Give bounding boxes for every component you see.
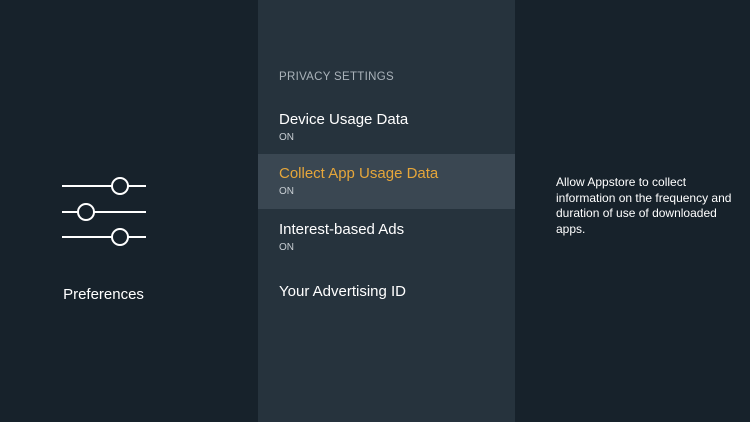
setting-device-usage-data[interactable]: Device Usage Data ON [258,102,515,157]
setting-value: ON [279,186,294,197]
setting-collect-app-usage-data[interactable]: Collect App Usage Data ON [258,154,515,209]
setting-title: Your Advertising ID [279,283,407,300]
setting-value: ON [279,132,294,143]
setting-title: Device Usage Data [279,111,409,128]
section-header: PRIVACY SETTINGS [279,71,394,83]
sliders-icon [62,177,146,246]
settings-list-pane [258,0,515,422]
setting-interest-based-ads[interactable]: Interest-based Ads ON [258,212,515,267]
setting-value: ON [279,242,294,253]
category-label: Preferences [63,286,144,303]
setting-title: Collect App Usage Data [279,165,439,182]
setting-description: Allow Appstore to collect information on… [556,175,732,236]
setting-title: Interest-based Ads [279,221,405,238]
setting-your-advertising-id[interactable]: Your Advertising ID [258,275,515,330]
